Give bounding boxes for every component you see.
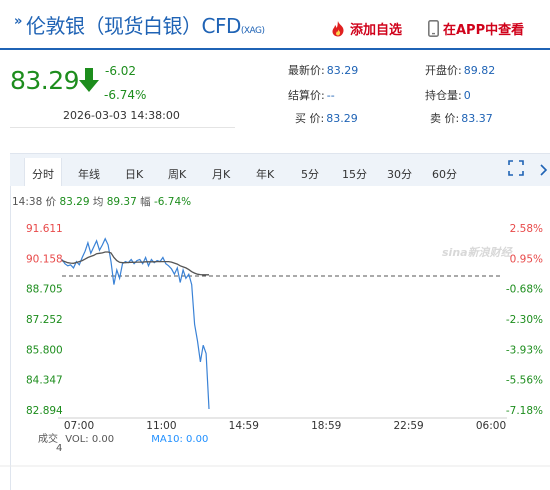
y-tick-label: 82.894 xyxy=(26,405,63,417)
y-tick-label: 84.347 xyxy=(26,375,63,387)
y-percent-tick-label: 0.95% xyxy=(510,253,543,265)
y-percent-tick-label: -5.56% xyxy=(506,375,543,387)
y-tick-label: 90.158 xyxy=(26,253,63,265)
y-tick-label: 91.611 xyxy=(26,223,63,235)
average-line xyxy=(61,251,209,276)
volume-info: 成交 VOL: 0.00 MA10: 0.00 xyxy=(38,430,208,445)
volume-value: VOL: 0.00 xyxy=(65,434,115,445)
x-tick-label: 06:00 xyxy=(476,420,506,432)
x-tick-label: 18:59 xyxy=(311,420,341,432)
volume-extra: 4 xyxy=(56,443,63,454)
y-percent-tick-label: -3.93% xyxy=(506,344,543,356)
y-tick-label: 87.252 xyxy=(26,314,63,326)
y-percent-tick-label: -0.68% xyxy=(506,284,543,296)
volume-ma10: MA10: 0.00 xyxy=(151,434,209,445)
y-percent-tick-label: -7.18% xyxy=(506,405,543,417)
y-tick-label: 88.705 xyxy=(26,284,63,296)
price-line xyxy=(61,237,210,410)
x-tick-label: 14:59 xyxy=(229,420,259,432)
volume-label: 成交 xyxy=(38,434,58,445)
y-percent-tick-label: -2.30% xyxy=(506,314,543,326)
intraday-chart: 91.611 90.158 88.705 87.252 85.800 84.347 82.8… xyxy=(0,223,550,467)
y-percent-tick-label: 2.58% xyxy=(510,223,543,235)
y-tick-label: 85.800 xyxy=(26,344,63,356)
x-tick-label: 22:59 xyxy=(393,420,423,432)
